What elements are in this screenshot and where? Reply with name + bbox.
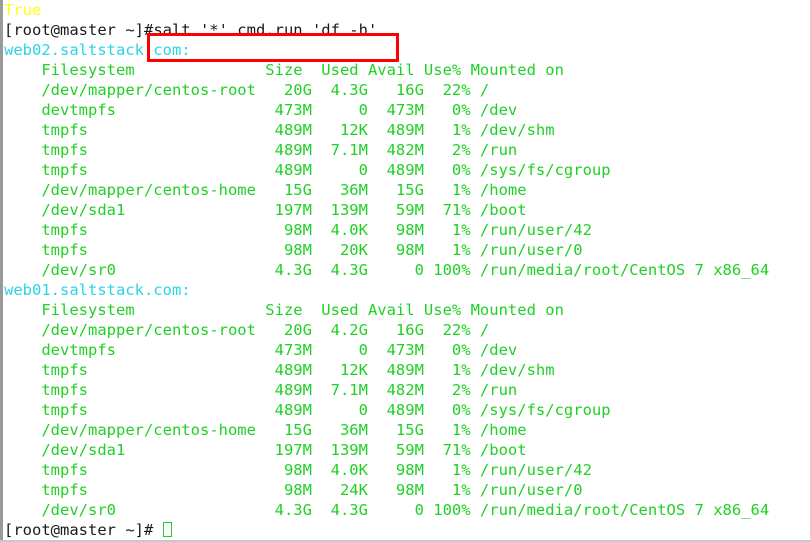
df-row-text: /dev/sr0 4.3G 4.3G 0 100% /run/media/roo…	[4, 261, 770, 279]
minion-host-label: web02.saltstack.com:	[4, 41, 191, 59]
df-header-web02: Filesystem Size Used Avail Use% Mounted …	[4, 60, 810, 80]
df-row-text: /dev/sr0 4.3G 4.3G 0 100% /run/media/roo…	[4, 501, 770, 519]
df-row-text: tmpfs 489M 0 489M 0% /sys/fs/cgroup	[4, 161, 611, 179]
df-header-text: Filesystem Size Used Avail Use% Mounted …	[4, 301, 564, 319]
df-row: devtmpfs 473M 0 473M 0% /dev	[4, 100, 810, 120]
df-row-text: tmpfs 489M 0 489M 0% /sys/fs/cgroup	[4, 401, 611, 419]
df-row-text: tmpfs 98M 4.0K 98M 1% /run/user/42	[4, 221, 592, 239]
df-row-text: tmpfs 98M 24K 98M 1% /run/user/0	[4, 481, 583, 499]
df-row: /dev/mapper/centos-home 15G 36M 15G 1% /…	[4, 420, 810, 440]
df-row: tmpfs 489M 0 489M 0% /sys/fs/cgroup	[4, 400, 810, 420]
terminal-window[interactable]: True [root@master ~]#salt '*' cmd.run 'd…	[0, 0, 810, 542]
df-row-text: devtmpfs 473M 0 473M 0% /dev	[4, 101, 518, 119]
df-row: tmpfs 489M 0 489M 0% /sys/fs/cgroup	[4, 160, 810, 180]
df-header-web01: Filesystem Size Used Avail Use% Mounted …	[4, 300, 810, 320]
df-row: /dev/mapper/centos-root 20G 4.3G 16G 22%…	[4, 80, 810, 100]
df-row: devtmpfs 473M 0 473M 0% /dev	[4, 340, 810, 360]
previous-output-line: True	[4, 0, 810, 20]
df-row: /dev/sr0 4.3G 4.3G 0 100% /run/media/roo…	[4, 500, 810, 520]
df-row-text: /dev/sda1 197M 139M 59M 71% /boot	[4, 201, 527, 219]
command-text[interactable]: salt '*' cmd.run 'df -h'	[153, 21, 377, 39]
terminal-screen[interactable]: True [root@master ~]#salt '*' cmd.run 'd…	[4, 0, 810, 542]
df-row-text: /dev/sda1 197M 139M 59M 71% /boot	[4, 441, 527, 459]
df-row: /dev/sda1 197M 139M 59M 71% /boot	[4, 200, 810, 220]
df-row: tmpfs 489M 12K 489M 1% /dev/shm	[4, 360, 810, 380]
df-row-text: tmpfs 489M 12K 489M 1% /dev/shm	[4, 361, 555, 379]
df-row-text: /dev/mapper/centos-home 15G 36M 15G 1% /…	[4, 181, 527, 199]
df-row: tmpfs 98M 20K 98M 1% /run/user/0	[4, 240, 810, 260]
df-row-text: devtmpfs 473M 0 473M 0% /dev	[4, 341, 518, 359]
df-row-text: /dev/mapper/centos-root 20G 4.2G 16G 22%…	[4, 321, 490, 339]
df-row-text: tmpfs 98M 20K 98M 1% /run/user/0	[4, 241, 583, 259]
command-line[interactable]: [root@master ~]#salt '*' cmd.run 'df -h'	[4, 20, 810, 62]
minion-host-label: web01.saltstack.com:	[4, 281, 191, 299]
df-header-text: Filesystem Size Used Avail Use% Mounted …	[4, 61, 564, 79]
shell-prompt: [root@master ~]#	[4, 521, 154, 539]
df-row-text: tmpfs 489M 12K 489M 1% /dev/shm	[4, 121, 555, 139]
minion-host-web01: web01.saltstack.com:	[4, 280, 810, 300]
shell-prompt: [root@master ~]#	[4, 21, 154, 39]
df-row: tmpfs 489M 7.1M 482M 2% /run	[4, 140, 810, 160]
df-row: tmpfs 489M 7.1M 482M 2% /run	[4, 380, 810, 400]
df-row-text: /dev/mapper/centos-root 20G 4.3G 16G 22%…	[4, 81, 490, 99]
df-row-text: tmpfs 489M 7.1M 482M 2% /run	[4, 381, 518, 399]
df-row-text: tmpfs 489M 7.1M 482M 2% /run	[4, 141, 518, 159]
df-row: /dev/sr0 4.3G 4.3G 0 100% /run/media/roo…	[4, 260, 810, 280]
df-row: tmpfs 98M 4.0K 98M 1% /run/user/42	[4, 220, 810, 240]
text-cursor	[162, 522, 172, 537]
final-prompt-line[interactable]: [root@master ~]#	[4, 520, 810, 540]
df-row: /dev/mapper/centos-root 20G 4.2G 16G 22%…	[4, 320, 810, 340]
df-row: /dev/sda1 197M 139M 59M 71% /boot	[4, 440, 810, 460]
df-row-text: /dev/mapper/centos-home 15G 36M 15G 1% /…	[4, 421, 527, 439]
minion-host-web02: web02.saltstack.com:	[4, 40, 810, 60]
previous-output-text: True	[4, 1, 42, 19]
df-row: tmpfs 489M 12K 489M 1% /dev/shm	[4, 120, 810, 140]
df-row-text: tmpfs 98M 4.0K 98M 1% /run/user/42	[4, 461, 592, 479]
df-row: /dev/mapper/centos-home 15G 36M 15G 1% /…	[4, 180, 810, 200]
window-left-edge	[0, 0, 3, 542]
df-row: tmpfs 98M 24K 98M 1% /run/user/0	[4, 480, 810, 500]
df-row: tmpfs 98M 4.0K 98M 1% /run/user/42	[4, 460, 810, 480]
